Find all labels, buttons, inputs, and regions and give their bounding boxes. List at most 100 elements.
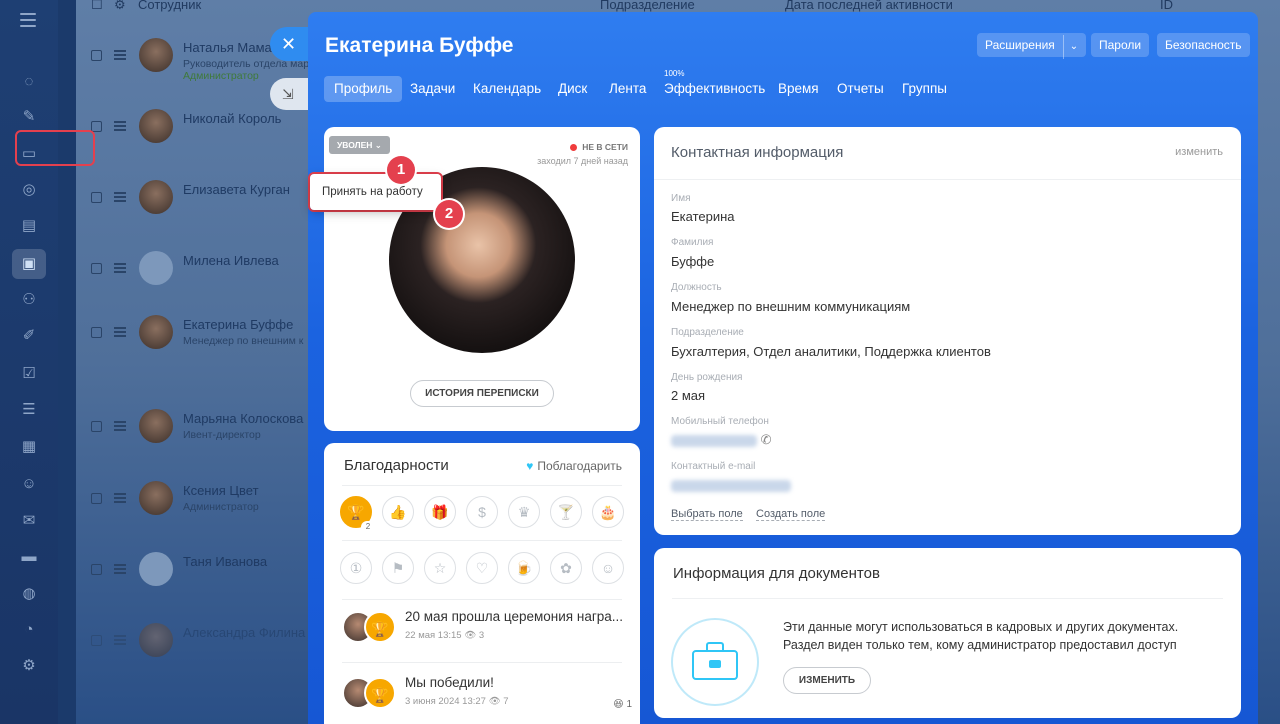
number-one-icon[interactable]: ①	[340, 552, 372, 584]
employee-name[interactable]: Милена Ивлева	[183, 253, 279, 268]
filter-icon[interactable]: ☰	[19, 400, 39, 420]
row-checkbox[interactable]	[91, 50, 102, 61]
flag-icon[interactable]: ⚑	[382, 552, 414, 584]
tab-profile[interactable]: Профиль	[324, 76, 403, 102]
beer-icon[interactable]: 🍺	[508, 552, 540, 584]
header-department[interactable]: Подразделение	[600, 0, 695, 12]
money-bag-icon[interactable]: $	[466, 496, 498, 528]
table-row[interactable]: Ксения Цвет Администратор	[76, 481, 316, 531]
chat-history-button[interactable]: ИСТОРИЯ ПЕРЕПИСКИ	[410, 380, 554, 407]
minimize-slider-button[interactable]: ⇲	[270, 78, 310, 110]
group-icon[interactable]: ⚇	[19, 290, 39, 310]
tab-efficiency[interactable]: 100% Эффективность	[664, 69, 765, 102]
row-checkbox[interactable]	[91, 421, 102, 432]
row-checkbox[interactable]	[91, 635, 102, 646]
flower-icon[interactable]: ✿	[550, 552, 582, 584]
status-badge[interactable]: УВОЛЕН ⌄	[329, 136, 390, 154]
row-menu-icon[interactable]	[114, 192, 126, 202]
employees-icon[interactable]: ▣	[12, 249, 46, 279]
tab-time[interactable]: Время	[778, 76, 819, 102]
field-email[interactable]	[671, 477, 791, 492]
header-employee[interactable]: Сотрудник	[138, 0, 201, 12]
table-row[interactable]: Марьяна Колоскова Ивент-директор	[76, 409, 316, 459]
tab-disk[interactable]: Диск	[558, 76, 587, 102]
post-title[interactable]: 20 мая прошла церемония награ...	[405, 609, 635, 624]
row-menu-icon[interactable]	[114, 263, 126, 273]
crm-icon[interactable]: ◎	[19, 180, 39, 200]
create-field-link[interactable]: Создать поле	[756, 508, 826, 521]
table-row[interactable]: Екатерина Буффе Менеджер по внешним к	[76, 315, 316, 365]
cocktail-icon[interactable]: 🍸	[550, 496, 582, 528]
edit-contact-link[interactable]: изменить	[1175, 146, 1223, 158]
star-icon[interactable]: ☆	[424, 552, 456, 584]
feed-icon[interactable]: ◌	[19, 72, 39, 92]
calendar-icon[interactable]: ▦	[19, 437, 39, 457]
row-menu-icon[interactable]	[114, 50, 126, 60]
menu-icon[interactable]	[20, 13, 36, 27]
tab-reports[interactable]: Отчеты	[837, 76, 884, 102]
header-checkbox[interactable]: ☐	[91, 0, 103, 13]
crown-icon[interactable]: ♛	[508, 496, 540, 528]
tab-groups[interactable]: Группы	[902, 76, 947, 102]
header-id[interactable]: ID	[1160, 0, 1173, 12]
table-row[interactable]: Николай Король	[76, 109, 316, 159]
field-phone[interactable]: ✆	[671, 432, 772, 448]
employee-name[interactable]: Ксения Цвет	[183, 483, 259, 498]
close-slider-button[interactable]: ✕	[270, 27, 310, 61]
row-menu-icon[interactable]	[114, 121, 126, 131]
employee-name[interactable]: Екатерина Буффе	[183, 317, 293, 332]
chevron-down-icon[interactable]: ⌄	[1062, 35, 1078, 59]
edit-documents-button[interactable]: ИЗМЕНИТЬ	[783, 667, 871, 694]
gear-icon[interactable]: ⚙	[114, 0, 126, 13]
tasks-icon[interactable]: ✎	[19, 107, 39, 127]
employee-name[interactable]: Николай Король	[183, 111, 281, 126]
robot-icon[interactable]: ☺	[19, 474, 39, 494]
header-last-activity[interactable]: Дата последней активности	[785, 0, 953, 12]
row-checkbox[interactable]	[91, 327, 102, 338]
reaction[interactable]: 😆 1	[613, 699, 632, 710]
employee-name[interactable]: Елизавета Курган	[183, 182, 290, 197]
cup-icon[interactable]: 🏆 2	[340, 496, 375, 533]
field-department[interactable]: Бухгалтерия, Отдел аналитики, Поддержка …	[671, 344, 991, 359]
pen-icon[interactable]: ✐	[19, 326, 39, 346]
table-row[interactable]: Александра Филина	[76, 623, 316, 673]
security-button[interactable]: Безопасность	[1157, 33, 1250, 57]
target-icon[interactable]: ◍	[19, 584, 39, 604]
shop-icon[interactable]: ▬	[19, 547, 39, 567]
row-menu-icon[interactable]	[114, 635, 126, 645]
table-row[interactable]: Милена Ивлева	[76, 251, 316, 301]
document-icon[interactable]: ▤	[19, 216, 39, 236]
row-menu-icon[interactable]	[114, 564, 126, 574]
gift-icon[interactable]: 🎁	[424, 496, 456, 528]
thank-button[interactable]: ♥ Поблагодарить	[526, 459, 622, 473]
extensions-button[interactable]: Расширения ⌄	[977, 33, 1087, 59]
tab-tasks[interactable]: Задачи	[410, 76, 455, 102]
employee-name[interactable]: Александра Филина	[183, 625, 305, 640]
time-icon[interactable]: ◔	[19, 620, 39, 640]
row-checkbox[interactable]	[91, 192, 102, 203]
heart-icon[interactable]: ♡	[466, 552, 498, 584]
employee-name[interactable]: Таня Иванова	[183, 554, 267, 569]
row-checkbox[interactable]	[91, 263, 102, 274]
thumbs-up-icon[interactable]: 👍	[382, 496, 414, 528]
select-field-link[interactable]: Выбрать поле	[671, 508, 743, 521]
row-checkbox[interactable]	[91, 493, 102, 504]
settings-icon[interactable]: ⚙	[19, 656, 39, 676]
row-menu-icon[interactable]	[114, 421, 126, 431]
list-item[interactable]: 🏆 20 мая прошла церемония награ... 22 ма…	[342, 609, 632, 653]
table-row[interactable]: Таня Иванова	[76, 552, 316, 602]
row-menu-icon[interactable]	[114, 327, 126, 337]
status-menu-item-rehire[interactable]: Принять на работу	[310, 174, 441, 210]
row-checkbox[interactable]	[91, 564, 102, 575]
phone-icon[interactable]: ✆	[761, 432, 772, 447]
employee-name[interactable]: Марьяна Колоскова	[183, 411, 303, 426]
list-item[interactable]: 🏆 Мы победили! 3 июня 2024 13:27 👁 7 😆 1	[342, 675, 632, 719]
mail-icon[interactable]: ✉	[19, 511, 39, 531]
post-title[interactable]: Мы победили!	[405, 675, 635, 690]
passwords-button[interactable]: Пароли	[1091, 33, 1150, 57]
tab-calendar[interactable]: Календарь	[473, 76, 541, 102]
checkbox-icon[interactable]: ☑	[19, 364, 39, 384]
cake-icon[interactable]: 🎂	[592, 496, 624, 528]
row-menu-icon[interactable]	[114, 493, 126, 503]
table-row[interactable]: Елизавета Курган	[76, 180, 316, 230]
